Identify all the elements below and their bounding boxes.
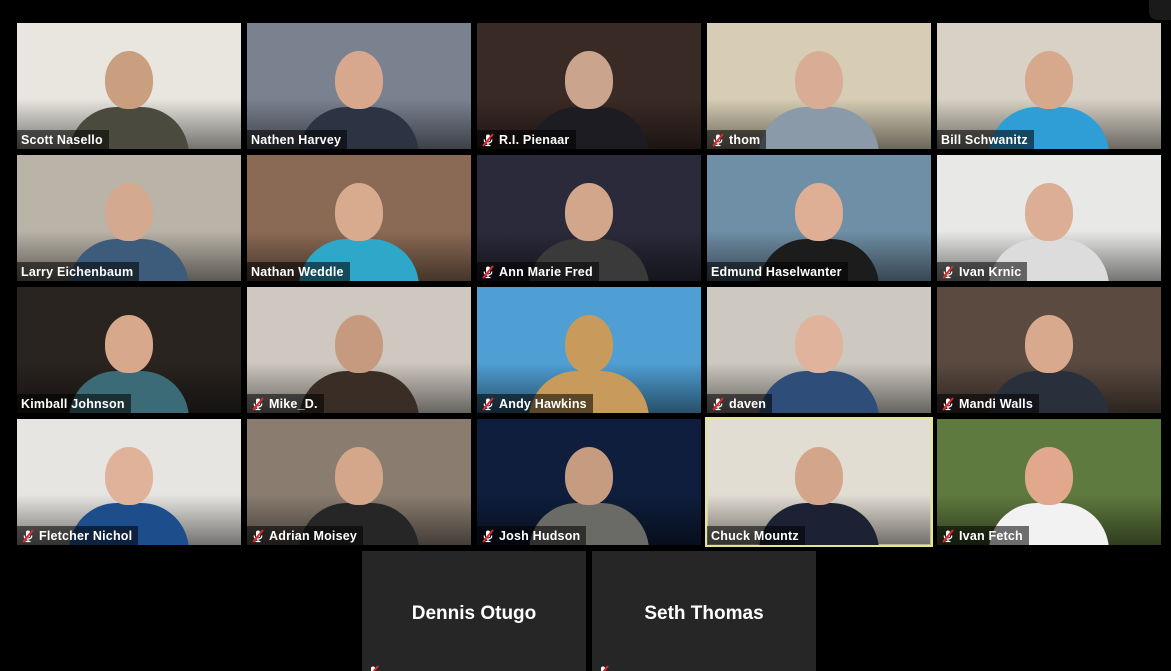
participant-name: Scott Nasello [21,132,103,147]
video-tile-andy-hawkins[interactable]: Andy Hawkins [477,287,701,413]
muted-mic-icon [481,264,495,279]
participant-name: Ivan Krnic [959,264,1022,279]
video-tile-larry-eichenbaum[interactable]: Larry Eichenbaum [17,155,241,281]
video-tile-ivan-krnic[interactable]: Ivan Krnic [937,155,1161,281]
video-tile-edmund-haselwanter[interactable]: Edmund Haselwanter [707,155,931,281]
muted-mic-icon [481,396,495,411]
participant-name: daven [729,396,767,411]
muted-mic-icon [481,528,495,543]
participant-name: Andy Hawkins [499,396,587,411]
participant-nameplate: Mandi Walls [937,394,1039,413]
participant-nameplate: Andy Hawkins [477,394,593,413]
muted-mic-icon [601,665,609,671]
gallery-view: Scott Nasello Nathen Harvey R.I. Pienaar th… [0,0,1171,671]
video-tile-kimball-johnson[interactable]: Kimball Johnson [17,287,241,413]
muted-mic-icon [711,132,725,147]
muted-mic-icon [371,665,379,671]
participant-name: Edmund Haselwanter [711,264,842,279]
participant-video [759,43,879,149]
participant-name: Nathan Weddle [251,264,344,279]
video-tile-bill-schwanitz[interactable]: Bill Schwanitz [937,23,1161,149]
participant-nameplate: daven [707,394,773,413]
participant-nameplate: Josh Hudson [477,526,587,545]
participant-name: thom [729,132,761,147]
participant-name: Mike_D. [269,396,318,411]
video-tile-thom[interactable]: thom [707,23,931,149]
muted-mic-icon [711,396,725,411]
video-tile-mandi-walls[interactable]: Mandi Walls [937,287,1161,413]
muted-mic-icon [941,264,955,279]
video-tile-adrian-moisey[interactable]: Adrian Moisey [247,419,471,545]
video-tile-nathan-weddle[interactable]: Nathan Weddle [247,155,471,281]
participant-nameplate: R.I. Pienaar [477,130,576,149]
video-tile-ann-marie-fred[interactable]: Ann Marie Fred [477,155,701,281]
participant-nameplate: Bill Schwanitz [937,130,1034,149]
participant-nameplate: Ivan Fetch [937,526,1029,545]
participant-name: Ivan Fetch [959,528,1023,543]
video-tile-ivan-fetch[interactable]: Ivan Fetch [937,419,1161,545]
muted-mic-icon [481,132,495,147]
participant-nameplate: Edmund Haselwanter [707,262,848,281]
video-tile-chuck-mountz[interactable]: Chuck Mountz [705,417,933,547]
participant-name: Ann Marie Fred [499,264,593,279]
participant-nameplate: Mike_D. [247,394,324,413]
participant-name: Kimball Johnson [21,396,125,411]
muted-mic-icon [21,528,35,543]
participant-nameplate: Nathan Weddle [247,262,350,281]
participant-video [759,307,879,413]
video-tile-daven[interactable]: daven [707,287,931,413]
participant-nameplate: Adrian Moisey [247,526,364,545]
participant-nameplate: Nathen Harvey [247,130,348,149]
video-tile-r-i-pienaar[interactable]: R.I. Pienaar [477,23,701,149]
participant-name: Nathen Harvey [251,132,342,147]
participant-nameplate: Larry Eichenbaum [17,262,140,281]
video-tile-josh-hudson[interactable]: Josh Hudson [477,419,701,545]
video-tile-nathen-harvey[interactable]: Nathen Harvey [247,23,471,149]
video-tile-fletcher-nichol[interactable]: Fletcher Nichol [17,419,241,545]
muted-mic-icon [941,528,955,543]
participant-nameplate: Scott Nasello [17,130,109,149]
muted-mic-icon [251,528,265,543]
video-tile-scott-nasello[interactable]: Scott Nasello [17,23,241,149]
participant-name: R.I. Pienaar [499,132,570,147]
top-right-tab[interactable] [1149,0,1171,20]
participant-name: Fletcher Nichol [39,528,133,543]
participant-name: Bill Schwanitz [941,132,1028,147]
video-off-tile-dennis-otugo[interactable]: Dennis Otugo [362,551,586,671]
participant-name-large: Dennis Otugo [411,603,537,624]
participant-nameplate: Chuck Mountz [707,526,805,545]
participant-nameplate: thom [707,130,767,149]
participant-nameplate: Ann Marie Fred [477,262,599,281]
participant-name: Mandi Walls [959,396,1033,411]
video-off-tile-seth-thomas[interactable]: Seth Thomas [592,551,816,671]
video-tile-mike-d[interactable]: Mike_D. [247,287,471,413]
participant-nameplate: Ivan Krnic [937,262,1028,281]
participant-name: Josh Hudson [499,528,581,543]
participant-name: Chuck Mountz [711,528,799,543]
participant-nameplate: Kimball Johnson [17,394,131,413]
participant-name: Adrian Moisey [269,528,358,543]
participant-name: Larry Eichenbaum [21,264,134,279]
participant-nameplate: Fletcher Nichol [17,526,139,545]
muted-mic-icon [941,396,955,411]
muted-mic-icon [251,396,265,411]
participant-name-large: Seth Thomas [644,603,764,624]
